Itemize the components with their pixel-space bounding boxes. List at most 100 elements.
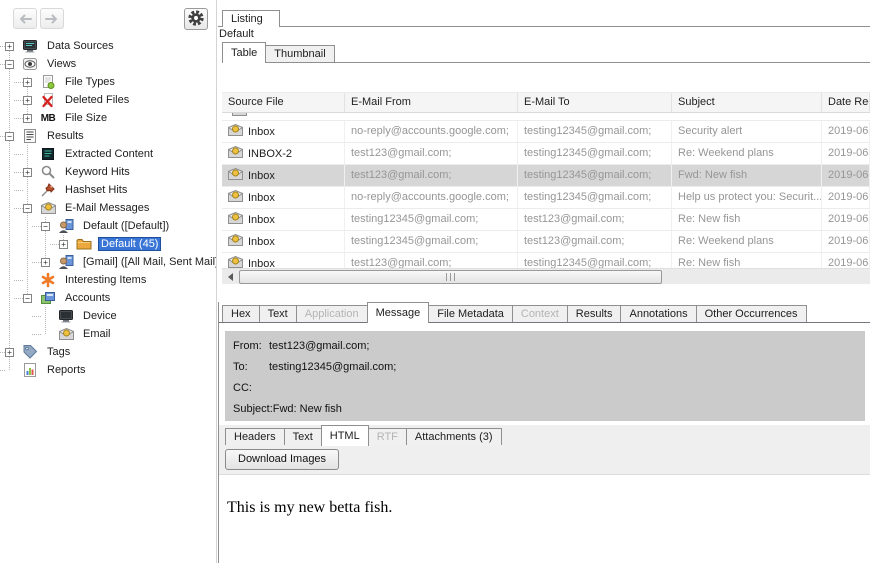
tree-item-tags[interactable]: +Tags xyxy=(0,343,216,361)
table-row[interactable]: INBOX-2test123@gmail.com;testing12345@gm… xyxy=(222,143,870,165)
tree-item-label: Extracted Content xyxy=(62,147,156,161)
tree-item-gmail-all-mail-sent-mail[interactable]: + [Gmail] ([All Mail, Sent Mail]) xyxy=(0,253,216,271)
result-panel: Listing Default TableThumbnail Source Fi… xyxy=(218,0,870,563)
listing-tabbar: Listing xyxy=(218,10,870,27)
tab-text[interactable]: Text xyxy=(284,428,322,445)
tree-item-keyword-hits[interactable]: + Keyword Hits xyxy=(0,163,216,181)
scroll-left-button[interactable] xyxy=(224,270,237,284)
email-icon xyxy=(58,326,74,342)
tree-item-accounts[interactable]: − Accounts xyxy=(0,289,216,307)
tree-item-default-45[interactable]: +Default (45) xyxy=(0,235,216,253)
scrollbar-thumb[interactable] xyxy=(239,270,662,284)
back-button[interactable] xyxy=(13,8,37,29)
expand-toggle[interactable]: + xyxy=(23,168,32,177)
tree-item-interesting-items[interactable]: Interesting Items xyxy=(0,271,216,289)
table-row[interactable]: Inboxno-reply@accounts.google.com;testin… xyxy=(222,187,870,209)
header-value: test123@gmail.com; xyxy=(269,340,369,352)
message-header-row: Subject:Fwd: New fish xyxy=(233,399,857,420)
table-row[interactable]: Inboxtesting12345@gmail.com;test123@gmai… xyxy=(222,231,870,253)
expand-toggle[interactable]: − xyxy=(23,204,32,213)
tree-item-email[interactable]: Email xyxy=(0,325,216,343)
tab-file-metadata[interactable]: File Metadata xyxy=(428,305,513,322)
source-file-cell: Inbox xyxy=(222,187,345,208)
tree-item-reports[interactable]: Reports xyxy=(0,361,216,379)
tab-table[interactable]: Table xyxy=(222,42,266,63)
source-file-label: Inbox xyxy=(248,126,275,138)
from-cell: test123@gmail.com; xyxy=(345,253,518,268)
expand-toggle[interactable]: + xyxy=(59,240,68,249)
table-row[interactable]: Inboxno-reply@accounts.google.com;testin… xyxy=(222,121,870,143)
tab-other-occurrences[interactable]: Other Occurrences xyxy=(696,305,807,322)
tree-item-file-types[interactable]: +File Types xyxy=(0,73,216,91)
column-header-date-received[interactable]: Date Received xyxy=(822,93,870,112)
tab-html[interactable]: HTML xyxy=(321,425,369,446)
table-row[interactable]: Inboxtesting12345@gmail.com;test123@gmai… xyxy=(222,209,870,231)
message-body-text: This is my new betta fish. xyxy=(227,499,392,517)
expand-toggle[interactable]: + xyxy=(23,114,32,123)
expand-toggle[interactable]: − xyxy=(23,294,32,303)
tree-item-label: Views xyxy=(44,57,79,71)
expand-toggle[interactable]: + xyxy=(5,42,14,51)
tab-thumbnail[interactable]: Thumbnail xyxy=(265,45,334,62)
tree-item-device[interactable]: Device xyxy=(0,307,216,325)
tab-annotations[interactable]: Annotations xyxy=(620,305,696,322)
tree-item-file-size[interactable]: +MBFile Size xyxy=(0,109,216,127)
tree-item-label: Keyword Hits xyxy=(62,165,133,179)
tree-spacer xyxy=(23,276,32,285)
source-file-label: INBOX-2 xyxy=(248,148,292,160)
from-cell: no-reply@accounts.google.com; xyxy=(345,121,518,142)
tab-hex[interactable]: Hex xyxy=(222,305,260,322)
table-row[interactable]: Inboxtest123@gmail.com;testing12345@gmai… xyxy=(222,165,870,187)
tree-item-deleted-files[interactable]: +Deleted Files xyxy=(0,91,216,109)
header-value: testing12345@gmail.com; xyxy=(269,361,396,373)
tree-item-label: E-Mail Messages xyxy=(62,201,152,215)
content-viewer: HexTextApplicationMessageFile MetadataCo… xyxy=(218,302,870,563)
tab-text[interactable]: Text xyxy=(259,305,297,322)
tree-item-label: [Gmail] ([All Mail, Sent Mail]) xyxy=(80,255,216,269)
table-row[interactable]: Inboxtest123@gmail.com;testing12345@gmai… xyxy=(222,253,870,268)
column-header-e-mail-from[interactable]: E-Mail From xyxy=(345,93,518,112)
message-header-row: From:test123@gmail.com; xyxy=(233,336,857,357)
horizontal-scrollbar[interactable] xyxy=(222,268,870,284)
column-header-e-mail-to[interactable]: E-Mail To xyxy=(518,93,672,112)
content-viewer-tabbar: HexTextApplicationMessageFile MetadataCo… xyxy=(219,302,870,323)
expand-toggle[interactable]: − xyxy=(5,60,14,69)
tree-item-e-mail-messages[interactable]: − E-Mail Messages xyxy=(0,199,216,217)
expand-toggle[interactable]: − xyxy=(5,132,14,141)
expand-toggle[interactable]: + xyxy=(41,258,50,267)
tree-item-hashset-hits[interactable]: Hashset Hits xyxy=(0,181,216,199)
subject-cell: Re: Weekend plans xyxy=(672,143,822,164)
options-button[interactable] xyxy=(184,8,208,30)
tree-item-results[interactable]: −Results xyxy=(0,127,216,145)
expand-toggle[interactable]: + xyxy=(5,348,14,357)
tree-item-default-default[interactable]: −Default ([Default]) xyxy=(0,217,216,235)
expand-toggle[interactable]: + xyxy=(23,96,32,105)
source-file-label: Inbox xyxy=(248,214,275,226)
tab-headers[interactable]: Headers xyxy=(225,428,285,445)
table-header: Source FileE-Mail FromE-Mail ToSubjectDa… xyxy=(222,92,870,113)
envelope-icon xyxy=(228,256,243,268)
tab-attachments-3[interactable]: Attachments (3) xyxy=(406,428,502,445)
download-images-button[interactable]: Download Images xyxy=(225,449,339,470)
tree-item-views[interactable]: − Views xyxy=(0,55,216,73)
tree-spacer xyxy=(23,150,32,159)
back-arrow-icon xyxy=(17,13,33,25)
forward-button[interactable] xyxy=(40,8,64,29)
column-header-subject[interactable]: Subject xyxy=(672,93,822,112)
tree-item-data-sources[interactable]: +Data Sources xyxy=(0,37,216,55)
envelope-icon xyxy=(228,234,243,249)
source-file-label: Inbox xyxy=(248,170,275,182)
tree-item-extracted-content[interactable]: Extracted Content xyxy=(0,145,216,163)
tab-listing[interactable]: Listing xyxy=(222,10,280,27)
subject-cell: Re: Weekend plans xyxy=(672,231,822,252)
tree-item-label: Accounts xyxy=(62,291,113,305)
tab-results[interactable]: Results xyxy=(567,305,622,322)
subject-cell: Re: New fish xyxy=(672,253,822,268)
source-file-cell: INBOX-2 xyxy=(222,143,345,164)
source-file-label: Inbox xyxy=(248,236,275,248)
expand-toggle[interactable]: + xyxy=(23,78,32,87)
views-icon xyxy=(22,56,38,72)
tab-message[interactable]: Message xyxy=(367,302,430,323)
expand-toggle[interactable]: − xyxy=(41,222,50,231)
column-header-source-file[interactable]: Source File xyxy=(222,93,345,112)
